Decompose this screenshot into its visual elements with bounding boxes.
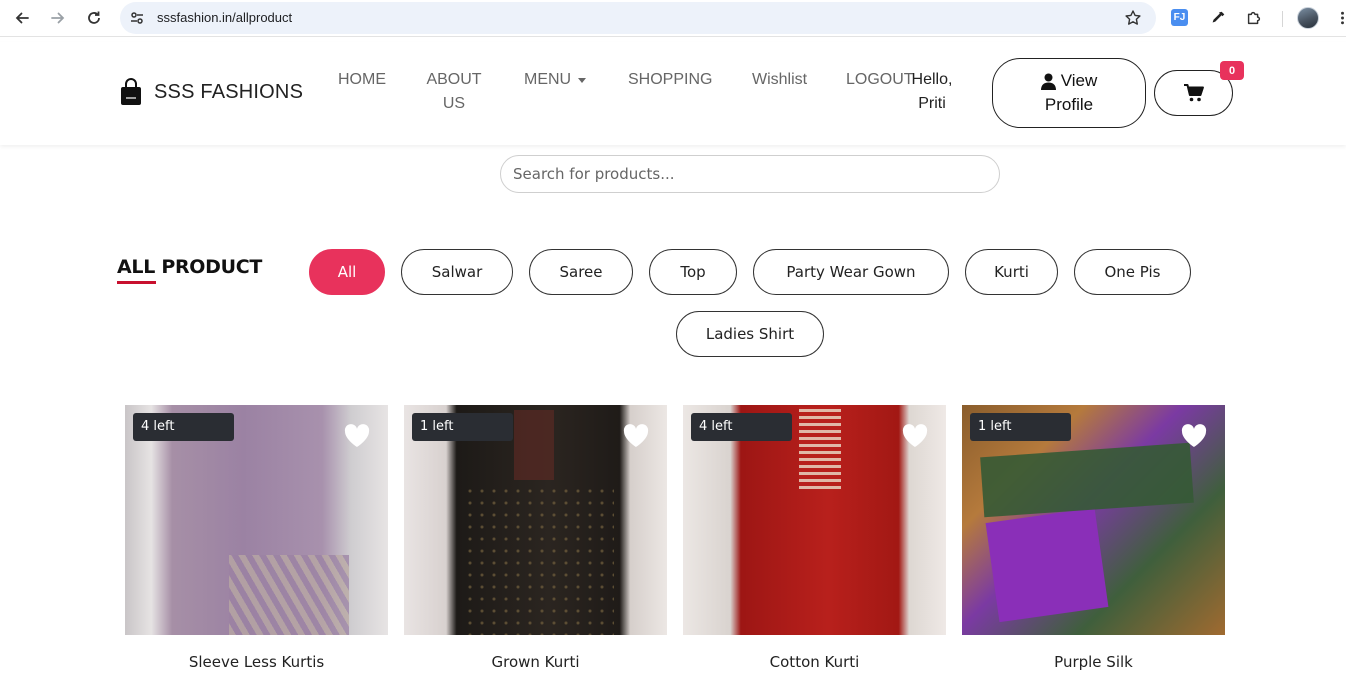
view-profile-label-1: View	[1060, 71, 1098, 90]
stock-badge: 1 left	[970, 413, 1071, 441]
product-image[interactable]: 1 left	[404, 405, 667, 635]
arrow-left-icon	[15, 12, 29, 24]
stock-badge: 1 left	[412, 413, 513, 441]
filter-all[interactable]: All	[309, 249, 385, 295]
nav-logout[interactable]: LOGOUT	[846, 68, 914, 92]
view-profile-label-2: Profile	[1044, 95, 1094, 114]
user-icon	[1040, 73, 1056, 90]
user-greeting: Hello, Priti	[909, 68, 955, 116]
heart-wishlist-icon[interactable]	[902, 424, 928, 448]
product-search-input[interactable]	[500, 155, 1000, 193]
product-image[interactable]: 4 left	[125, 405, 388, 635]
shopping-cart-icon	[1183, 84, 1204, 102]
browser-toolbar: sssfashion.in/allproduct FJ	[0, 0, 1346, 37]
filter-kurti[interactable]: Kurti	[965, 249, 1058, 295]
product-card[interactable]: 1 left Purple Silk	[962, 405, 1225, 671]
heart-wishlist-icon[interactable]	[1181, 424, 1207, 448]
more-menu-icon[interactable]	[1332, 8, 1346, 28]
brand-logo-link[interactable]: SSS FASHIONS	[120, 78, 303, 106]
nav-menu-dropdown[interactable]: MENU	[524, 68, 587, 92]
heart-wishlist-icon[interactable]	[623, 424, 649, 448]
product-image[interactable]: 1 left	[962, 405, 1225, 635]
address-bar[interactable]: sssfashion.in/allproduct	[120, 2, 1156, 34]
site-settings-icon[interactable]	[129, 10, 145, 26]
nav-about-us[interactable]: ABOUT US	[422, 68, 486, 116]
filter-salwar[interactable]: Salwar	[401, 249, 513, 295]
site-header: SSS FASHIONS HOME ABOUT US MENU SHOPPING…	[0, 42, 1346, 145]
back-button[interactable]	[9, 6, 35, 30]
nav-home[interactable]: HOME	[338, 68, 386, 92]
title-underline	[117, 281, 156, 284]
filter-saree[interactable]: Saree	[529, 249, 633, 295]
shopping-bag-icon	[121, 78, 141, 105]
forward-button[interactable]	[45, 6, 71, 30]
product-card[interactable]: 4 left Cotton Kurti	[683, 405, 946, 671]
extension-fj-icon[interactable]: FJ	[1171, 9, 1188, 26]
url-text: sssfashion.in/allproduct	[157, 10, 293, 25]
filter-top[interactable]: Top	[649, 249, 737, 295]
greeting-line1: Hello,	[911, 71, 953, 88]
nav-shopping[interactable]: SHOPPING	[628, 68, 712, 92]
section-title: ALL PRODUCT	[117, 256, 263, 278]
product-title[interactable]: Sleeve Less Kurtis	[125, 653, 388, 671]
product-title[interactable]: Cotton Kurti	[683, 653, 946, 671]
extensions-puzzle-icon[interactable]	[1244, 8, 1264, 28]
bookmark-star-icon[interactable]	[1124, 9, 1142, 27]
reload-icon	[88, 11, 100, 24]
product-title[interactable]: Purple Silk	[962, 653, 1225, 671]
nav-about-line1: ABOUT	[426, 71, 482, 88]
greeting-line2: Priti	[918, 95, 946, 112]
stock-badge: 4 left	[133, 413, 234, 441]
profile-avatar[interactable]	[1297, 7, 1319, 29]
toolbar-divider	[1282, 11, 1283, 27]
brand-name: SSS FASHIONS	[154, 80, 304, 103]
nav-about-line2: US	[442, 95, 466, 112]
view-profile-button[interactable]: View Profile	[992, 58, 1146, 128]
eyedropper-extension-icon[interactable]	[1208, 8, 1228, 28]
nav-wishlist[interactable]: Wishlist	[752, 68, 807, 92]
caret-down-icon	[578, 77, 587, 83]
arrow-right-icon	[51, 12, 65, 24]
product-card[interactable]: 4 left Sleeve Less Kurtis	[125, 405, 388, 671]
cart-count-badge: 0	[1220, 61, 1244, 80]
product-image[interactable]: 4 left	[683, 405, 946, 635]
stock-badge: 4 left	[691, 413, 792, 441]
heart-wishlist-icon[interactable]	[344, 424, 370, 448]
filter-ladies-shirt[interactable]: Ladies Shirt	[676, 311, 824, 357]
reload-button[interactable]	[81, 6, 107, 30]
filter-party-wear-gown[interactable]: Party Wear Gown	[753, 249, 949, 295]
filter-one-pis[interactable]: One Pis	[1074, 249, 1191, 295]
nav-menu-label: MENU	[524, 71, 572, 88]
product-title[interactable]: Grown Kurti	[404, 653, 667, 671]
product-card[interactable]: 1 left Grown Kurti	[404, 405, 667, 671]
